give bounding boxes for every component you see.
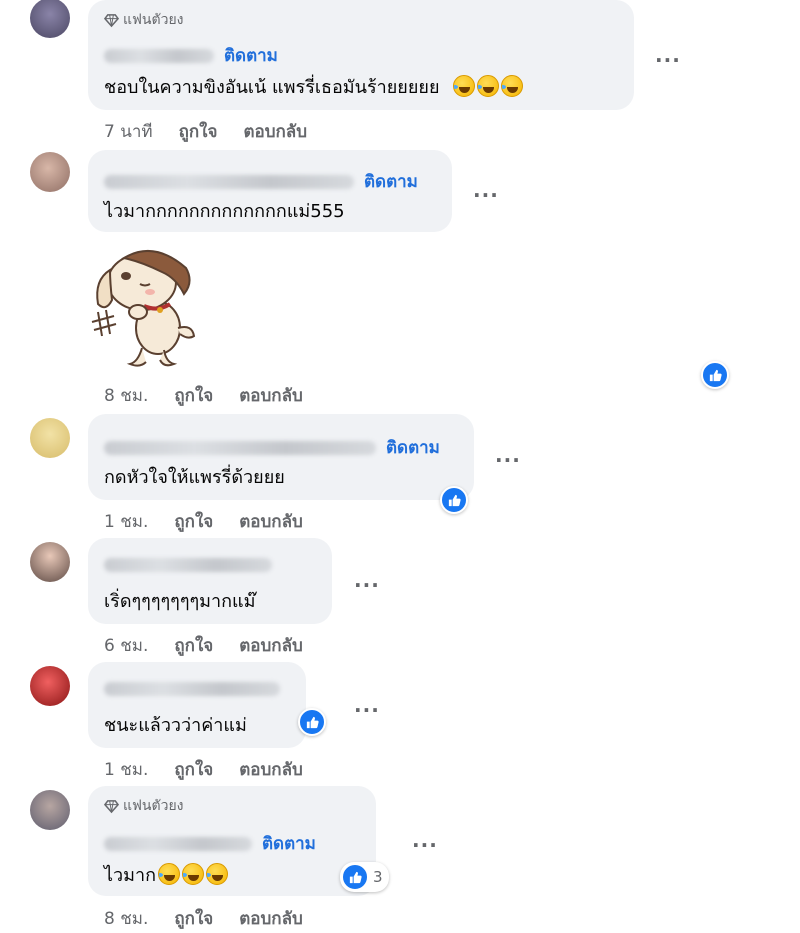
author-name[interactable]: [104, 836, 252, 851]
follow-button[interactable]: ติดตาม: [262, 830, 316, 857]
avatar[interactable]: [30, 152, 70, 192]
reaction-summary[interactable]: 3: [340, 862, 389, 892]
author-row: ติดตาม: [104, 830, 316, 857]
badge-label: แฟนตัวยง: [123, 798, 184, 814]
more-options-icon[interactable]: ...: [354, 695, 380, 715]
reply-link[interactable]: ตอบกลับ: [239, 905, 303, 932]
rolling-on-floor-laughing-icon: [158, 863, 181, 885]
author-name[interactable]: [104, 174, 354, 189]
author-name[interactable]: [104, 558, 272, 572]
author-row: ติดตาม: [104, 434, 440, 461]
comment-text: เริ่ดๆๆๆๆๆๆๆมากแม๊: [104, 591, 256, 612]
avatar[interactable]: [30, 0, 70, 38]
reaction-count: 3: [373, 868, 383, 886]
thumbs-up-icon: [709, 369, 722, 381]
comment-bubble: ชนะแล้ววว่าค่าแม่: [88, 662, 306, 748]
comment-meta: 1 ชม. ถูกใจ ตอบกลับ: [104, 756, 329, 783]
author-name[interactable]: [104, 48, 214, 63]
sticker-left-ear: [96, 268, 114, 309]
comment-meta: 8 ชม. ถูกใจ ตอบกลับ: [104, 382, 329, 409]
more-options-icon[interactable]: ...: [495, 445, 521, 465]
like-reaction-icon[interactable]: [298, 708, 326, 736]
author-row: ติดตาม: [104, 168, 418, 195]
thumbs-up-icon: [306, 716, 319, 728]
avatar[interactable]: [30, 790, 70, 830]
thumbs-up-icon: [349, 871, 362, 883]
reply-link[interactable]: ตอบกลับ: [239, 756, 303, 783]
like-link[interactable]: ถูกใจ: [179, 118, 218, 145]
author-row: [104, 558, 272, 572]
sticker-paw: [128, 304, 148, 320]
like-link[interactable]: ถูกใจ: [174, 508, 213, 535]
timestamp[interactable]: 1 ชม.: [104, 508, 148, 535]
sticker-bell: [157, 307, 163, 313]
comment-text: กดหัวใจให้แพรรี่ด้วยยย: [104, 467, 285, 488]
comment-meta: 1 ชม. ถูกใจ ตอบกลับ: [104, 508, 329, 535]
comment-bubble: แฟนตัวยง ติดตาม ไวมาก: [88, 786, 376, 896]
comment-meta: 8 ชม. ถูกใจ ตอบกลับ: [104, 905, 329, 932]
avatar[interactable]: [30, 666, 70, 706]
like-reaction-icon[interactable]: [440, 486, 468, 514]
reply-link[interactable]: ตอบกลับ: [239, 382, 303, 409]
avatar[interactable]: [30, 418, 70, 458]
sticker-scribble: [91, 309, 117, 337]
reply-link[interactable]: ตอบกลับ: [239, 508, 303, 535]
rolling-on-floor-laughing-icon: [206, 863, 229, 885]
comment-bubble: แฟนตัวยง ติดตาม ชอบในความขิงอันเน้ แพรรี…: [88, 0, 634, 110]
rolling-on-floor-laughing-icon: [453, 75, 476, 97]
follow-button[interactable]: ติดตาม: [224, 42, 278, 69]
top-fan-badge: แฟนตัวยง: [104, 795, 184, 817]
avatar[interactable]: [30, 542, 70, 582]
timestamp[interactable]: 1 ชม.: [104, 756, 148, 783]
dog-sticker: [91, 250, 196, 367]
more-options-icon[interactable]: ...: [473, 180, 499, 200]
comment-bubble: ติดตาม ไวมากกกกกกกกกกกกกแม่555: [88, 150, 452, 232]
comment-text-content: ไวมาก: [104, 865, 157, 886]
diamond-icon: [104, 799, 119, 813]
author-name[interactable]: [104, 440, 376, 455]
like-link[interactable]: ถูกใจ: [174, 756, 213, 783]
follow-button[interactable]: ติดตาม: [386, 434, 440, 461]
comment-meta: 7 นาที ถูกใจ ตอบกลับ: [104, 118, 333, 145]
more-options-icon[interactable]: ...: [412, 830, 438, 850]
author-name[interactable]: [104, 682, 280, 696]
author-row: [104, 682, 280, 696]
more-options-icon[interactable]: ...: [655, 45, 681, 65]
comment-text: ไวมาก: [104, 860, 229, 889]
comment-bubble: ติดตาม กดหัวใจให้แพรรี่ด้วยยย: [88, 414, 474, 500]
rolling-on-floor-laughing-icon: [501, 75, 524, 97]
reply-link[interactable]: ตอบกลับ: [239, 632, 303, 659]
sticker-nose: [121, 272, 131, 280]
reply-link[interactable]: ตอบกลับ: [243, 118, 307, 145]
more-options-icon[interactable]: ...: [354, 570, 380, 590]
timestamp[interactable]: 8 ชม.: [104, 905, 148, 932]
like-link[interactable]: ถูกใจ: [174, 382, 213, 409]
comment-text: ไวมากกกกกกกกกกกกกแม่555: [104, 201, 345, 222]
badge-label: แฟนตัวยง: [123, 12, 184, 28]
like-link[interactable]: ถูกใจ: [174, 905, 213, 932]
thumbs-up-icon: [448, 494, 461, 506]
timestamp[interactable]: 6 ชม.: [104, 632, 148, 659]
top-fan-badge: แฟนตัวยง: [104, 9, 184, 31]
comment-bubble: เริ่ดๆๆๆๆๆๆๆมากแม๊: [88, 538, 332, 624]
timestamp[interactable]: 8 ชม.: [104, 382, 148, 409]
sticker-cheek: [145, 289, 155, 295]
diamond-icon: [104, 13, 119, 27]
comment-meta: 6 ชม. ถูกใจ ตอบกลับ: [104, 632, 329, 659]
sticker-tail: [177, 326, 196, 339]
comment-text-content: ชอบในความขิงอันเน้ แพรรี่เธอมันร้ายยยยย: [104, 77, 440, 98]
like-reaction-icon: [341, 863, 369, 891]
rolling-on-floor-laughing-icon: [182, 863, 205, 885]
like-reaction-icon[interactable]: [701, 361, 729, 389]
author-row: ติดตาม: [104, 42, 278, 69]
rolling-on-floor-laughing-icon: [477, 75, 500, 97]
comment-text: ชนะแล้ววว่าค่าแม่: [104, 715, 247, 736]
follow-button[interactable]: ติดตาม: [364, 168, 418, 195]
comment-text: ชอบในความขิงอันเน้ แพรรี่เธอมันร้ายยยยย: [104, 72, 524, 101]
timestamp[interactable]: 7 นาที: [104, 118, 153, 145]
like-link[interactable]: ถูกใจ: [174, 632, 213, 659]
